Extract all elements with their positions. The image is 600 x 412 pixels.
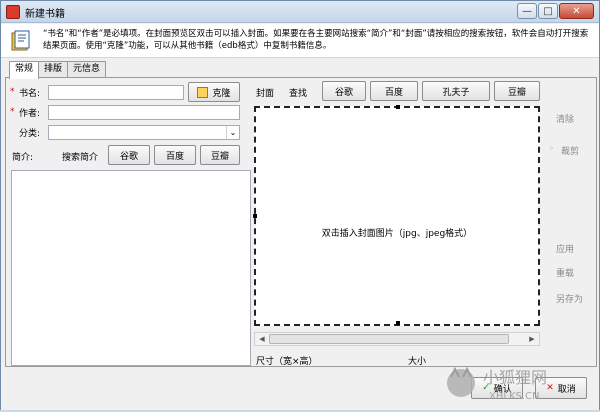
summary-label: 简介: [12, 153, 34, 163]
app-icon [6, 5, 20, 19]
clone-button[interactable]: 克隆 [188, 82, 240, 102]
cover-size-label: 尺寸（宽×高） [256, 357, 318, 367]
info-banner: “书名”和“作者”是必填项。在封面预览区双击可以插入封面。如果要在各主要网站搜索… [1, 24, 599, 58]
new-book-dialog: 新建书籍 — □ ✕ “书名”和“作者”是必填项。在封面预览区双击可以插入封面。… [0, 0, 600, 410]
cover-google-button[interactable]: 谷歌 [322, 81, 366, 101]
cover-search-label: 查找 [289, 89, 308, 99]
resize-handle-bottom[interactable] [396, 321, 400, 325]
fox-logo-icon: 小狐狸网 XHLKS.CN [447, 366, 547, 402]
cover-baidu-button[interactable]: 百度 [370, 81, 418, 101]
scroll-thumb[interactable] [269, 334, 509, 344]
general-panel: * 书名: 克隆 * 作者: 分类: ⌄ 简介: 搜索简介 谷歌 百度 豆瓣 封… [5, 77, 597, 367]
author-input[interactable] [48, 105, 240, 120]
title-required-mark: * [10, 87, 15, 97]
apply-cover-button[interactable]: 应用 [556, 242, 574, 255]
svg-text:小狐狸网: 小狐狸网 [483, 368, 547, 387]
crop-radio-icon[interactable]: ◦ [549, 144, 554, 153]
tab-layout[interactable]: 排版 [38, 61, 69, 78]
cover-placeholder-text: 双击插入封面图片（jpg、jpeg格式） [321, 229, 473, 239]
window-title: 新建书籍 [25, 9, 65, 20]
close-button[interactable]: ✕ [559, 3, 594, 19]
reset-cover-button[interactable]: 重载 [556, 266, 574, 279]
crop-cover-button[interactable]: 裁剪 [561, 144, 579, 157]
author-label: 作者: [19, 109, 41, 119]
minimize-button[interactable]: — [517, 3, 537, 19]
category-label: 分类: [19, 129, 41, 139]
summary-textarea[interactable] [11, 170, 251, 366]
scroll-left-icon[interactable]: ◀ [256, 334, 268, 344]
maximize-button[interactable]: □ [538, 3, 558, 19]
summary-douban-button[interactable]: 豆瓣 [200, 145, 240, 165]
tab-metadata[interactable]: 元信息 [67, 61, 107, 78]
book-info-icon [11, 30, 30, 51]
title-input[interactable] [48, 85, 184, 100]
chevron-down-icon[interactable]: ⌄ [226, 126, 239, 139]
cover-horizontal-scrollbar[interactable]: ◀ ▶ [254, 332, 540, 346]
info-message: “书名”和“作者”是必填项。在封面预览区双击可以插入封面。如果要在各主要网站搜索… [43, 29, 589, 51]
clone-button-label: 克隆 [212, 88, 231, 99]
tab-strip: 常规 排版 元信息 [9, 61, 107, 79]
clear-cover-button[interactable]: 清除 [556, 112, 574, 125]
author-required-mark: * [10, 107, 15, 117]
scroll-right-icon[interactable]: ▶ [526, 334, 538, 344]
tab-general[interactable]: 常规 [9, 61, 40, 79]
site-watermark: 小狐狸网 XHLKS.CN [441, 361, 581, 409]
resize-handle-left[interactable] [253, 214, 257, 218]
search-summary-label: 搜索简介 [62, 153, 99, 163]
title-label: 书名: [19, 89, 41, 99]
cover-preview-area[interactable]: 双击插入封面图片（jpg、jpeg格式） [253, 105, 540, 326]
resize-handle-top[interactable] [396, 105, 400, 109]
category-select[interactable] [48, 125, 240, 140]
svg-text:XHLKS.CN: XHLKS.CN [489, 391, 540, 402]
summary-google-button[interactable]: 谷歌 [108, 145, 150, 165]
cover-filesize-label: 大小 [408, 357, 427, 367]
cover-label: 封面 [256, 89, 275, 99]
clone-icon [197, 86, 209, 98]
cover-kongfuzi-button[interactable]: 孔夫子 [422, 81, 490, 101]
title-bar: 新建书籍 — □ ✕ [1, 1, 599, 23]
cover-douban-button[interactable]: 豆瓣 [494, 81, 540, 101]
save-cover-as-button[interactable]: 另存为 [556, 292, 583, 305]
summary-baidu-button[interactable]: 百度 [154, 145, 196, 165]
